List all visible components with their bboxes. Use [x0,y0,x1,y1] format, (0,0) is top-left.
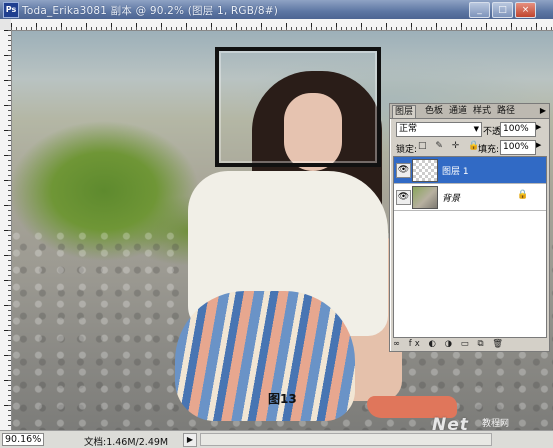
visibility-eye-icon[interactable]: 👁 [396,163,411,178]
horizontal-scrollbar[interactable] [200,433,492,446]
layer-thumbnail [412,159,438,182]
figure-label: 图13 [268,392,297,406]
watermark-subtext: 教程网 [482,419,510,429]
panel-menu-icon[interactable]: ▶ [540,106,546,115]
lock-icon: 🔒 [517,190,529,200]
watermark-logo: Net [432,415,469,430]
layer-thumbnail [412,186,438,209]
document-size-info: 文档:1.46M/2.49M [84,437,169,448]
window-title: Toda_Erika3081 副本 @ 90.2% (图层 1, RGB/8#) [22,5,279,17]
lock-options-icons[interactable]: □ ✎ ✛ 🔒 [418,141,482,151]
layer-name[interactable]: 图层 1 [442,164,469,177]
fill-slider-arrow-icon[interactable]: ▶ [536,141,541,149]
photoshop-app-icon[interactable]: Ps [3,2,19,18]
opacity-input[interactable]: 100% [500,122,536,137]
layer-panel-actions[interactable]: ∞ fx ◐ ◑ ▭ ⧉ 🗑 [393,339,545,349]
tab-paths[interactable]: 路径 [495,105,517,117]
layer-row-background[interactable]: 👁 背景 🔒 [394,184,546,211]
photo-frame-layer[interactable] [215,47,381,167]
panel-tab-bar: 图层 色板 通道 样式 路径 ▶ [390,104,549,119]
layer-name[interactable]: 背景 [442,191,460,204]
layers-list: 👁 图层 1 👁 背景 🔒 [393,156,547,338]
fill-label: 填充: [478,145,500,155]
lock-label: 锁定: [396,145,418,155]
blend-mode-value: 正常 [399,124,418,134]
layers-panel: 图层 色板 通道 样式 路径 ▶ 正常 ▼ 不透明度: 100% ▶ 锁定: □… [389,103,550,352]
opacity-slider-arrow-icon[interactable]: ▶ [536,123,541,131]
title-bar: Ps Toda_Erika3081 副本 @ 90.2% (图层 1, RGB/… [0,0,553,19]
zoom-level-field[interactable]: 90.16% [2,433,44,446]
tab-styles[interactable]: 样式 [471,105,493,117]
minimize-button[interactable]: _ [469,2,490,18]
close-button[interactable]: × [515,2,536,18]
chevron-down-icon: ▼ [473,125,479,133]
status-menu-arrow-icon[interactable]: ▶ [183,433,197,447]
fill-input[interactable]: 100% [500,140,536,155]
layer-row-layer1[interactable]: 👁 图层 1 [394,157,546,184]
visibility-eye-icon[interactable]: 👁 [396,190,411,205]
tab-swatches[interactable]: 色板 [423,105,445,117]
tab-layers[interactable]: 图层 [392,105,417,118]
horizontal-ruler[interactable] [11,19,553,31]
blend-mode-select[interactable]: 正常 ▼ [396,122,482,137]
status-bar: 90.16% 文档:1.46M/2.49M ▶ [0,430,553,448]
tab-channels[interactable]: 通道 [447,105,469,117]
vertical-ruler[interactable] [0,30,12,430]
subject-skirt [175,291,355,421]
maximize-button[interactable]: □ [492,2,513,18]
